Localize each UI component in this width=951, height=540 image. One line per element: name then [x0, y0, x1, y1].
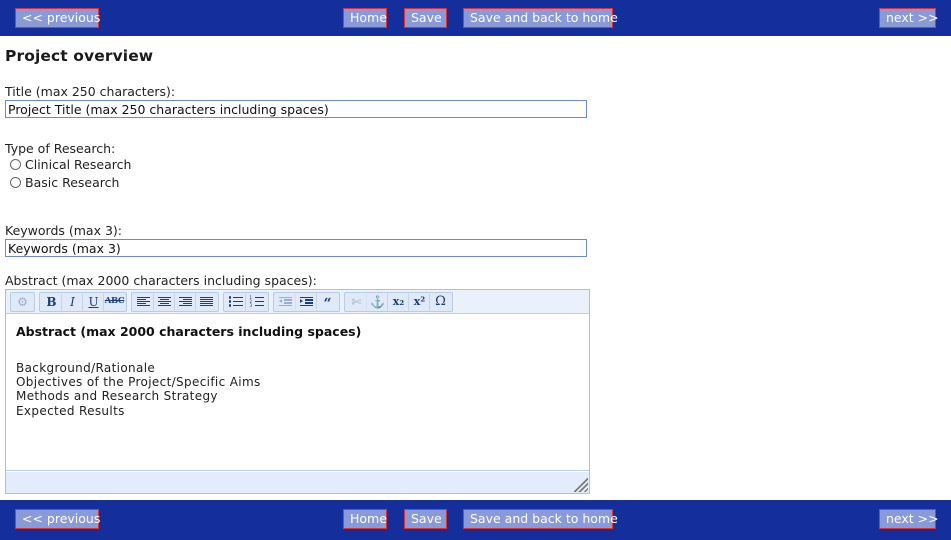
- previous-button[interactable]: << previous: [15, 8, 100, 28]
- strikethrough-icon[interactable]: ABC: [104, 293, 125, 311]
- abstract-line: Background/Rationale: [16, 361, 156, 375]
- radio-option-basic-research[interactable]: Basic Research: [10, 173, 119, 192]
- outdent-icon[interactable]: [275, 292, 296, 311]
- editor-resize-handle[interactable]: [574, 478, 588, 492]
- toolbar-group-insert: ✄ ⚓ x₂ x² Ω: [344, 291, 453, 312]
- unlink-icon[interactable]: ✄: [346, 292, 367, 311]
- align-left-icon[interactable]: [133, 292, 154, 311]
- special-character-icon[interactable]: Ω: [430, 293, 451, 311]
- next-button-bottom[interactable]: next >>: [879, 509, 939, 529]
- abstract-line: Objectives of the Project/Specific Aims: [16, 375, 261, 390]
- italic-icon[interactable]: I: [62, 292, 83, 311]
- home-button[interactable]: Home: [343, 8, 387, 28]
- editor-footer: [6, 472, 589, 493]
- blockquote-icon[interactable]: “: [317, 293, 338, 311]
- subscript-icon[interactable]: x₂: [388, 292, 409, 311]
- link-icon[interactable]: ⚙: [12, 293, 33, 311]
- superscript-icon[interactable]: x²: [409, 292, 430, 311]
- radio-option-clinical-research[interactable]: Clinical Research: [10, 155, 131, 174]
- indent-icon[interactable]: [296, 292, 317, 311]
- abstract-rich-text-editor: ⚙ B I U ABC 1 2 3 “ ✄ ⚓ x₂ x² Ω Abstract…: [5, 289, 590, 494]
- abstract-editor-body[interactable]: Abstract (max 2000 characters including …: [6, 314, 589, 471]
- title-input[interactable]: [5, 100, 587, 118]
- page-title: Project overview: [5, 47, 154, 65]
- previous-button-bottom[interactable]: << previous: [15, 509, 100, 529]
- align-center-icon[interactable]: [154, 292, 175, 311]
- radio-circle-icon[interactable]: [10, 177, 21, 188]
- abstract-line: Methods and Research Strategy: [16, 389, 218, 404]
- abstract-heading: Abstract (max 2000 characters including …: [16, 324, 362, 339]
- toolbar-group-lists: 1 2 3: [223, 291, 269, 312]
- toolbar-group-link: ⚙: [10, 291, 35, 312]
- save-button-bottom[interactable]: Save: [404, 509, 447, 529]
- align-justify-icon[interactable]: [196, 293, 217, 311]
- radio-circle-icon[interactable]: [10, 159, 21, 170]
- top-navigation-bar: << previous Home Save Save and back to h…: [0, 0, 951, 36]
- save-button[interactable]: Save: [404, 8, 447, 28]
- editor-toolbar: ⚙ B I U ABC 1 2 3 “ ✄ ⚓ x₂ x² Ω: [6, 290, 589, 314]
- save-and-back-to-home-button-bottom[interactable]: Save and back to home: [463, 509, 618, 529]
- radio-label-clinical-research: Clinical Research: [25, 157, 132, 172]
- toolbar-group-text-style: B I U ABC: [39, 291, 127, 312]
- abstract-field-label: Abstract (max 2000 characters including …: [5, 273, 317, 288]
- radio-label-basic-research: Basic Research: [25, 175, 120, 190]
- bulleted-list-icon[interactable]: [225, 292, 246, 311]
- toolbar-group-indent: “: [273, 291, 340, 312]
- home-button-bottom[interactable]: Home: [343, 509, 387, 529]
- bottom-navigation-bar: << previous Home Save Save and back to h…: [0, 500, 951, 540]
- keywords-field-label: Keywords (max 3):: [5, 223, 122, 238]
- underline-icon[interactable]: U: [83, 292, 104, 311]
- toolbar-group-alignment: [131, 291, 219, 312]
- numbered-list-icon[interactable]: 1 2 3: [246, 293, 267, 311]
- research-type-label: Type of Research:: [5, 141, 116, 156]
- abstract-line: Expected Results: [16, 403, 125, 418]
- bold-icon[interactable]: B: [41, 292, 62, 311]
- keywords-input[interactable]: [5, 239, 587, 257]
- align-right-icon[interactable]: [175, 292, 196, 311]
- save-and-back-to-home-button[interactable]: Save and back to home: [463, 8, 618, 28]
- title-field-label: Title (max 250 characters):: [5, 84, 176, 99]
- next-button[interactable]: next >>: [879, 8, 939, 28]
- anchor-icon[interactable]: ⚓: [367, 292, 388, 311]
